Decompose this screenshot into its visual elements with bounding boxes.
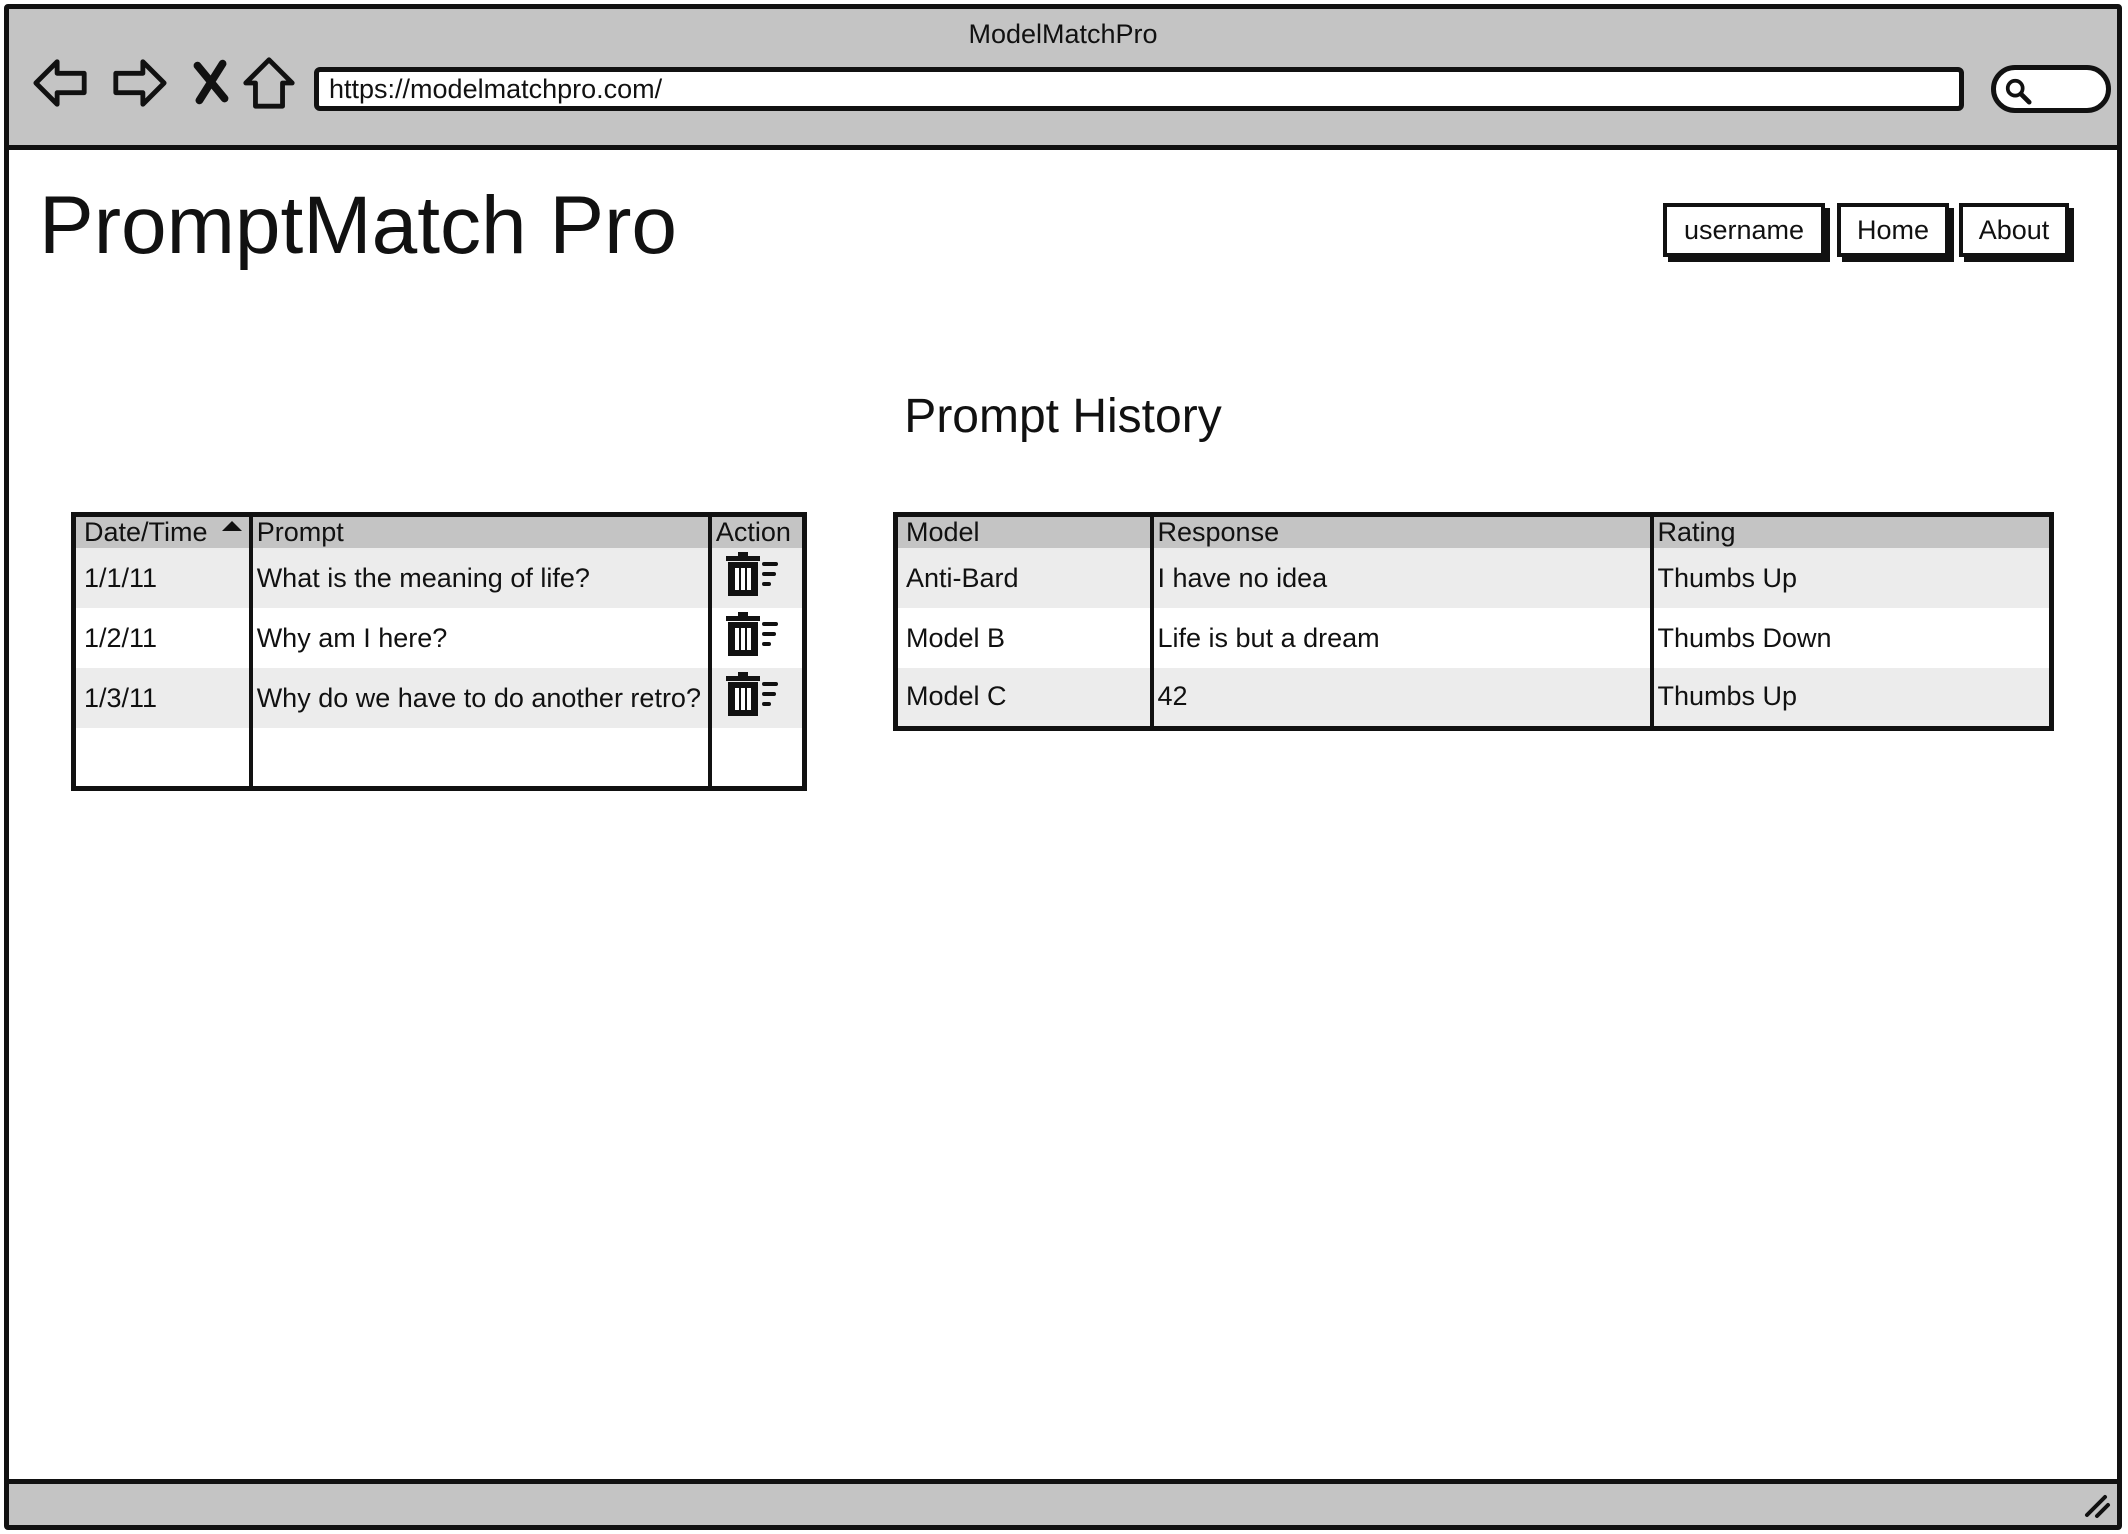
table-row[interactable]: Model B Life is but a dream Thumbs Down (895, 608, 2052, 668)
address-bar[interactable]: https://modelmatchpro.com/ (314, 67, 1964, 111)
table-row[interactable]: 1/2/11 Why am I here? (73, 608, 805, 668)
sort-ascending-icon (221, 521, 242, 531)
table-row[interactable]: 1/3/11 Why do we have to do another retr… (73, 668, 805, 728)
response-cell: 42 (1149, 668, 1652, 728)
rating-cell[interactable]: Thumbs Up (1649, 668, 2052, 728)
model-cell: Model B (895, 608, 1152, 668)
prompt-cell[interactable]: Why do we have to do another retro? (248, 668, 710, 728)
action-cell (707, 548, 805, 608)
model-response-table: Model Response Rating Anti-Bard I have n… (893, 512, 2054, 731)
browser-window: ModelMatchPro https://modelmatchpro.com/… (4, 4, 2122, 1530)
delete-trash-icon[interactable] (716, 671, 780, 718)
response-cell: I have no idea (1149, 548, 1652, 608)
rating-cell[interactable]: Thumbs Up (1649, 548, 2052, 608)
forward-arrow-icon[interactable] (109, 53, 169, 113)
home-icon[interactable] (239, 53, 299, 113)
empty-cell (73, 728, 251, 788)
empty-cell (707, 728, 805, 788)
response-cell: Life is but a dream (1149, 608, 1652, 668)
table-row[interactable]: Anti-Bard I have no idea Thumbs Up (895, 548, 2052, 608)
back-arrow-icon[interactable] (31, 53, 91, 113)
home-nav-button[interactable]: Home (1837, 203, 1949, 257)
empty-table-row (73, 728, 805, 788)
empty-cell (248, 728, 710, 788)
stop-x-icon[interactable] (181, 53, 241, 113)
date-cell: 1/3/11 (73, 668, 251, 728)
rating-cell[interactable]: Thumbs Down (1649, 608, 2052, 668)
resize-grip-icon[interactable] (2081, 1489, 2111, 1519)
date-cell: 1/2/11 (73, 608, 251, 668)
column-header-datetime[interactable]: Date/Time (73, 514, 251, 548)
table-row[interactable]: Model C 42 Thumbs Up (895, 668, 2052, 728)
page-title: Prompt History (904, 390, 1222, 443)
table-header-row: Date/Time Prompt Action (73, 514, 805, 548)
browser-toolbar: ModelMatchPro https://modelmatchpro.com/ (9, 9, 2117, 150)
column-header-action: Action (707, 514, 805, 548)
browser-search-box[interactable] (1991, 65, 2111, 113)
username-button[interactable]: username (1663, 203, 1825, 257)
delete-trash-icon[interactable] (716, 611, 780, 658)
table-header-row: Model Response Rating (895, 514, 2052, 548)
delete-trash-icon[interactable] (716, 551, 780, 598)
prompt-cell[interactable]: Why am I here? (248, 608, 710, 668)
column-header-response[interactable]: Response (1149, 514, 1652, 548)
table-row[interactable]: 1/1/11 What is the meaning of life? (73, 548, 805, 608)
prompt-history-table: Date/Time Prompt Action 1/1/11 What is t… (71, 512, 807, 791)
action-cell (707, 608, 805, 668)
browser-status-bar (9, 1479, 2117, 1525)
magnifier-icon (2005, 78, 2032, 105)
column-header-prompt[interactable]: Prompt (248, 514, 710, 548)
date-cell: 1/1/11 (73, 548, 251, 608)
action-cell (707, 668, 805, 728)
column-header-model[interactable]: Model (895, 514, 1152, 548)
model-cell: Model C (895, 668, 1152, 728)
app-title: PromptMatch Pro (39, 180, 677, 271)
about-nav-button[interactable]: About (1959, 203, 2069, 257)
window-title: ModelMatchPro (968, 19, 1158, 49)
model-cell: Anti-Bard (895, 548, 1152, 608)
column-header-rating[interactable]: Rating (1649, 514, 2052, 548)
prompt-cell[interactable]: What is the meaning of life? (248, 548, 710, 608)
